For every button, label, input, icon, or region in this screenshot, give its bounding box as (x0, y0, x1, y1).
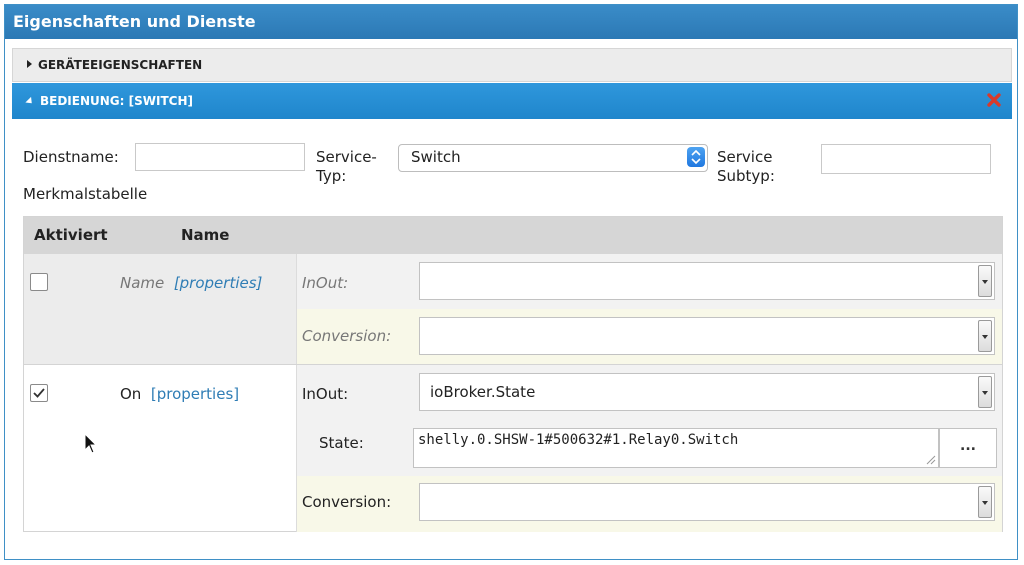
accordion-service[interactable]: BEDIENUNG: [SWITCH] (12, 83, 1012, 119)
collapse-arrow-icon (25, 96, 35, 107)
conversion-panel: Conversion: (296, 476, 1002, 532)
window-title: Eigenschaften und Dienste (5, 5, 1017, 39)
select-arrows-icon (687, 147, 705, 167)
properties-link[interactable]: [properties] (174, 274, 263, 292)
service-subtype-label: Service Subtyp: (717, 148, 775, 185)
inout-select[interactable] (419, 262, 995, 300)
dropdown-arrow-icon (978, 320, 992, 352)
service-subtype-input[interactable] (821, 144, 991, 174)
accordion-service-label: BEDIENUNG: [SWITCH] (40, 94, 193, 108)
row-name: On (120, 385, 142, 403)
properties-link[interactable]: [properties] (151, 385, 239, 403)
conversion-label: Conversion: (302, 327, 392, 345)
table-row: On [properties] InOut: ioBroker.State St… (24, 364, 1002, 532)
dropdown-arrow-icon (978, 265, 992, 297)
feature-table-label: Merkmalstabelle (23, 185, 148, 203)
expand-arrow-icon (27, 60, 32, 68)
conversion-label: Conversion: (302, 493, 392, 511)
dropdown-arrow-icon (978, 486, 992, 518)
inout-value: ioBroker.State (430, 383, 536, 401)
inout-select[interactable]: ioBroker.State (419, 373, 995, 411)
state-value: shelly.0.SHSW-1#500632#1.Relay0.Switch (418, 432, 739, 448)
feature-table: Aktiviert Name Name [properties] InOut: … (23, 216, 1003, 532)
state-input[interactable]: shelly.0.SHSW-1#500632#1.Relay0.Switch (413, 428, 939, 468)
properties-window: Eigenschaften und Dienste GERÄTEEIGENSCH… (4, 4, 1018, 560)
accordion-device-properties[interactable]: GERÄTEEIGENSCHAFTEN (12, 48, 1012, 82)
mouse-cursor-icon (84, 433, 98, 454)
row-checkbox[interactable] (30, 384, 48, 402)
inout-panel: InOut: ioBroker.State State: shelly.0.SH… (296, 365, 1002, 476)
delete-service-icon[interactable] (986, 92, 1002, 108)
state-label: State: (319, 434, 364, 452)
service-name-label: Dienstname: (23, 148, 119, 166)
service-type-select[interactable]: Switch (398, 144, 708, 172)
accordion-device-properties-label: GERÄTEEIGENSCHAFTEN (38, 58, 203, 72)
table-row: Name [properties] InOut: Conversion: (24, 254, 1002, 364)
header-activated: Aktiviert (34, 226, 108, 244)
row-name: Name (120, 274, 165, 292)
table-header: Aktiviert Name (24, 217, 1002, 254)
resize-handle-icon[interactable] (924, 453, 936, 465)
inout-label: InOut: (302, 274, 349, 292)
conversion-select[interactable] (419, 483, 995, 521)
dropdown-arrow-icon (978, 376, 992, 408)
service-name-input[interactable] (135, 143, 305, 171)
browse-button[interactable]: ... (939, 428, 997, 468)
checkmark-icon (33, 388, 45, 398)
service-type-label: Service- Typ: (316, 148, 377, 185)
inout-panel: InOut: (296, 254, 1002, 309)
conversion-panel: Conversion: (296, 309, 1002, 364)
conversion-select[interactable] (419, 317, 995, 355)
row-name-cell: On [properties] (120, 385, 239, 403)
row-checkbox[interactable] (30, 273, 48, 291)
inout-label: InOut: (302, 385, 349, 403)
header-name: Name (181, 226, 230, 244)
row-name-cell: Name [properties] (120, 274, 262, 292)
service-type-value: Switch (411, 148, 461, 166)
